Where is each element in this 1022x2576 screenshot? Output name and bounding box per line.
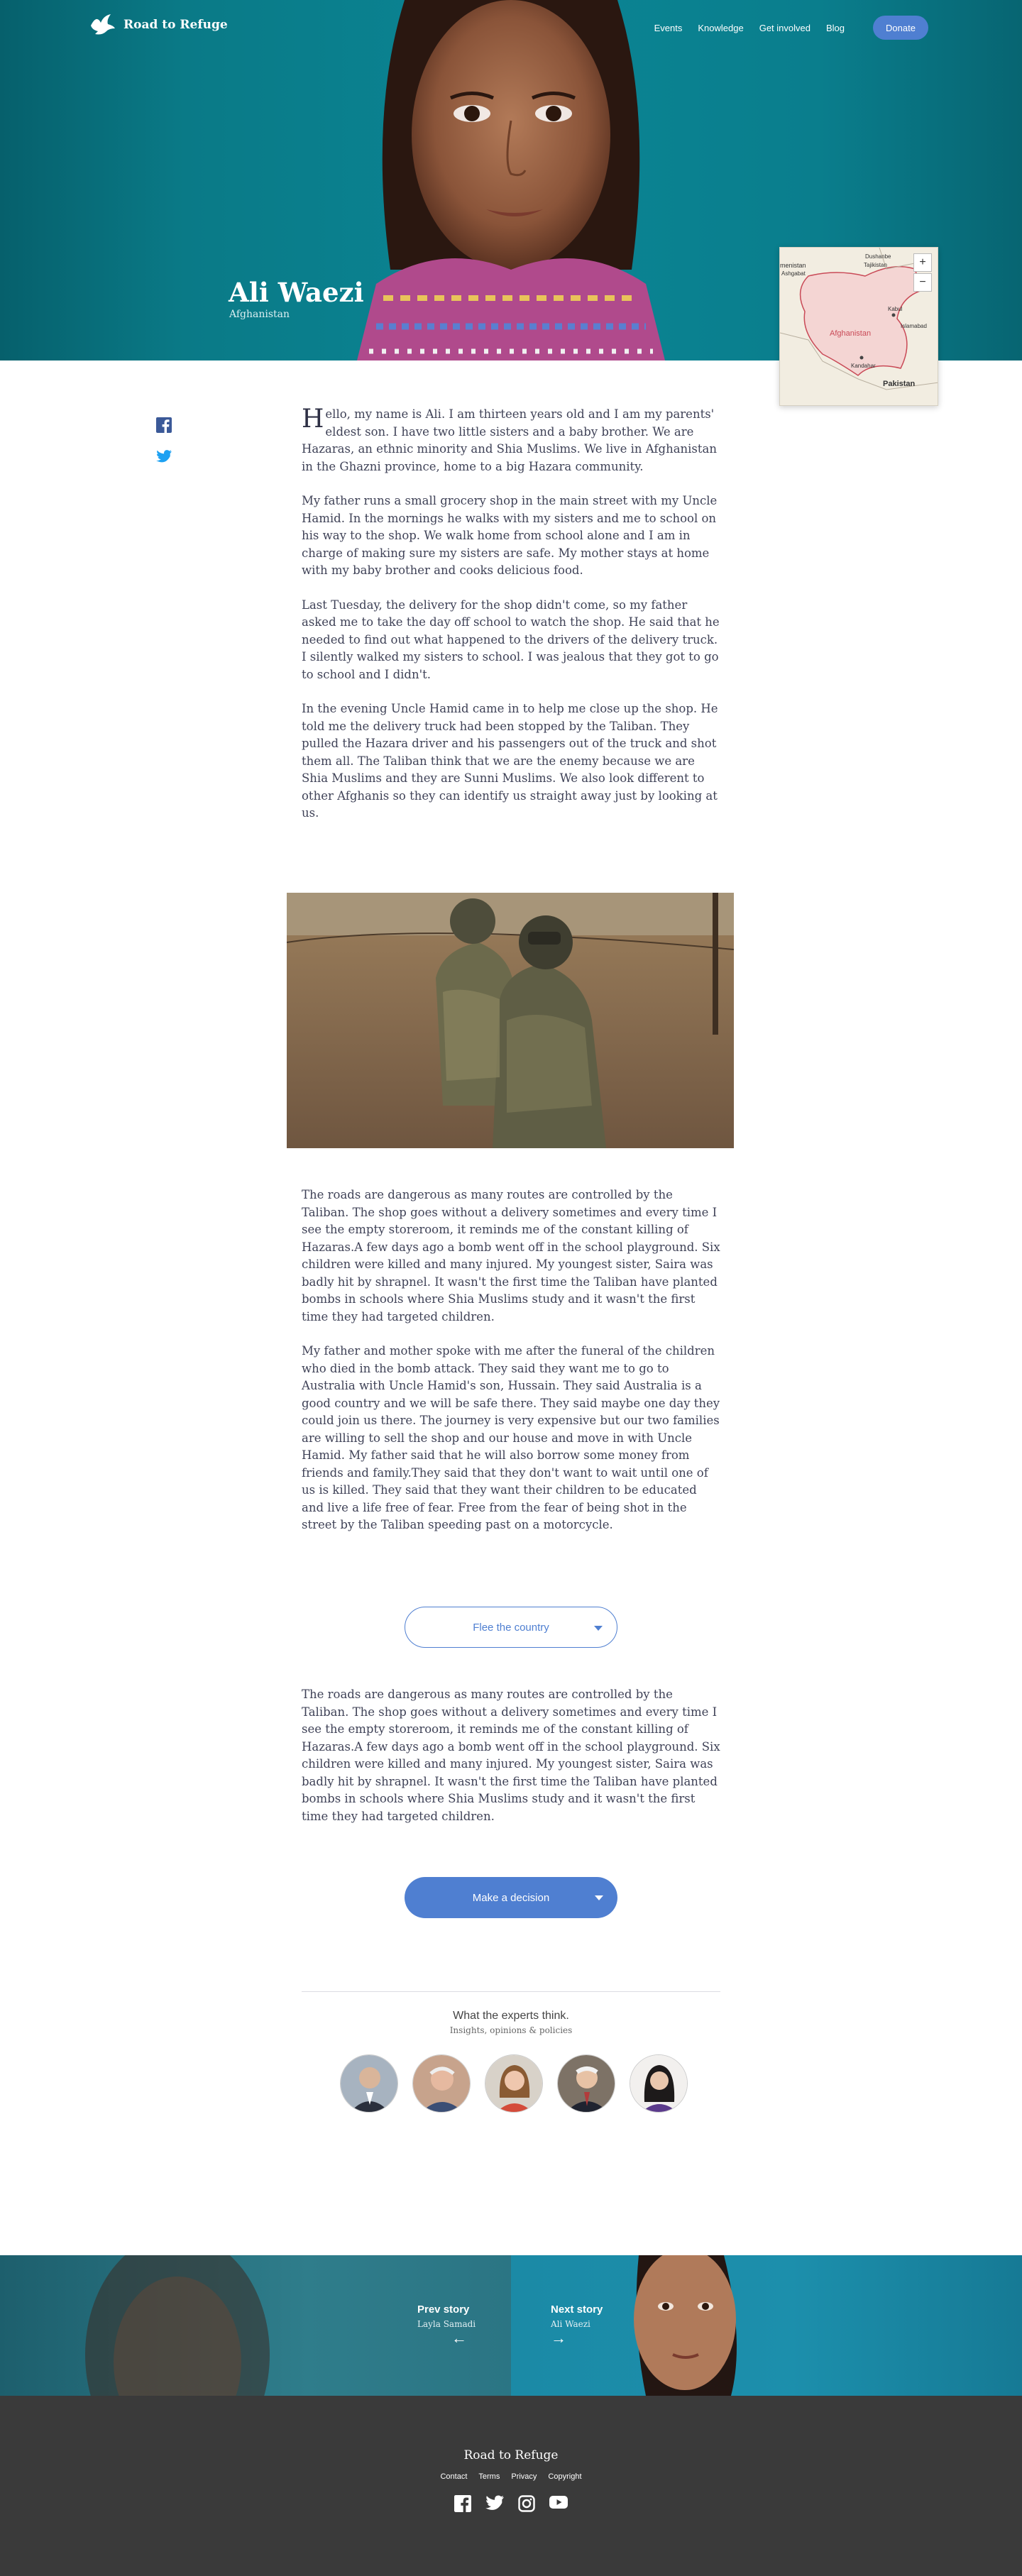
- map-label-kandahar: Kandahar: [851, 363, 876, 369]
- brand-logo[interactable]: Road to Refuge: [89, 13, 228, 37]
- next-story-name: Ali Waezi: [551, 2319, 590, 2329]
- map-label-ashgabat: Ashgabat: [781, 270, 806, 277]
- map-zoom-in-button[interactable]: +: [913, 253, 932, 272]
- footer-youtube-link[interactable]: [549, 2495, 568, 2516]
- facebook-icon: [156, 417, 172, 433]
- map-label-islamabad: Islamabad: [901, 323, 927, 329]
- arrow-left-icon: ←: [451, 2329, 467, 2347]
- top-navigation: Road to Refuge Events Knowledge Get invo…: [0, 0, 1022, 57]
- twitter-icon: [485, 2495, 504, 2510]
- story-article-final: The roads are dangerous as many routes a…: [302, 1686, 720, 1842]
- prev-story-name: Layla Samadi: [417, 2319, 476, 2329]
- experts-heading: What the experts think.: [453, 2010, 569, 2022]
- share-bar: [156, 417, 172, 467]
- make-decision-label: Make a decision: [472, 1891, 550, 1904]
- footer-link-terms[interactable]: Terms: [478, 2472, 500, 2481]
- expert-avatar[interactable]: [630, 2054, 688, 2113]
- story-paragraph-3: Last Tuesday, the delivery for the shop …: [302, 598, 720, 681]
- nav-link-blog[interactable]: Blog: [826, 23, 845, 33]
- next-story-label: Next story: [551, 2303, 603, 2316]
- nav-links: Events Knowledge Get involved Blog: [654, 23, 845, 33]
- flee-country-label: Flee the country: [473, 1621, 549, 1634]
- map-label-turkmenistan: menistan: [780, 262, 806, 269]
- prev-story-label: Prev story: [417, 2303, 470, 2316]
- expert-avatar[interactable]: [557, 2054, 615, 2113]
- brand-name: Road to Refuge: [123, 18, 228, 32]
- map-label-pakistan: Pakistan: [883, 380, 916, 388]
- dove-icon: [91, 14, 115, 35]
- drop-cap: H: [302, 404, 324, 434]
- experts-subheading: Insights, opinions & policies: [449, 2025, 573, 2035]
- facebook-icon: [454, 2495, 471, 2512]
- footer-brand-name[interactable]: Road to Refuge: [0, 2448, 1022, 2462]
- instagram-icon: [518, 2495, 535, 2512]
- footer-link-contact[interactable]: Contact: [440, 2472, 467, 2481]
- arrow-right-icon: →: [551, 2329, 566, 2347]
- facebook-share-button[interactable]: [156, 417, 172, 436]
- youtube-icon: [549, 2496, 568, 2509]
- person-country: Afghanistan: [229, 309, 290, 320]
- expert-avatar[interactable]: [412, 2054, 471, 2113]
- next-story-link[interactable]: Next story Ali Waezi →: [511, 2255, 1022, 2396]
- footer-links: Contact Terms Privacy Copyright: [0, 2472, 1022, 2481]
- expert-avatar[interactable]: [340, 2054, 398, 2113]
- chevron-down-icon: [594, 1626, 603, 1631]
- story-navigation: Prev story Layla Samadi ← Next story Ali…: [0, 2255, 1022, 2396]
- prev-story-link[interactable]: Prev story Layla Samadi ←: [0, 2255, 511, 2396]
- chevron-down-icon: [595, 1895, 603, 1900]
- footer-facebook-link[interactable]: [454, 2495, 471, 2516]
- story-intro-text: ello, my name is Ali. I am thirteen year…: [302, 407, 717, 473]
- story-intro-paragraph: Hello, my name is Ali. I am thirteen yea…: [302, 406, 720, 475]
- footer-twitter-link[interactable]: [485, 2495, 504, 2516]
- footer-instagram-link[interactable]: [518, 2495, 535, 2516]
- map-label-afghanistan: Afghanistan: [830, 329, 872, 338]
- story-paragraph-7: The roads are dangerous as many routes a…: [302, 1688, 720, 1823]
- nav-link-events[interactable]: Events: [654, 23, 683, 33]
- story-paragraph-2: My father runs a small grocery shop in t…: [302, 494, 718, 577]
- location-map[interactable]: menistan Ashgabat Dushanbe Tajikistan Ka…: [779, 247, 938, 406]
- person-name: Ali Waezi: [229, 277, 364, 308]
- site-footer: Road to Refuge Contact Terms Privacy Cop…: [0, 2396, 1022, 2576]
- nav-link-get-involved[interactable]: Get involved: [759, 23, 811, 33]
- story-paragraph-4: In the evening Uncle Hamid came in to he…: [302, 702, 718, 820]
- story-article-continued: The roads are dangerous as many routes a…: [302, 1187, 720, 1551]
- section-divider: [302, 1991, 720, 1992]
- twitter-share-button[interactable]: [156, 449, 172, 467]
- footer-link-privacy[interactable]: Privacy: [511, 2472, 537, 2481]
- donate-button[interactable]: Donate: [873, 16, 928, 40]
- map-label-tajikistan: Tajikistan: [864, 262, 887, 268]
- expert-avatar[interactable]: [485, 2054, 543, 2113]
- map-label-dushanbe: Dushanbe: [865, 253, 891, 260]
- twitter-icon: [156, 450, 172, 463]
- social-links: [0, 2495, 1022, 2516]
- nav-link-knowledge[interactable]: Knowledge: [698, 23, 743, 33]
- experts-list: [340, 2054, 688, 2113]
- story-paragraph-6: My father and mother spoke with me after…: [302, 1344, 720, 1531]
- map-zoom-out-button[interactable]: −: [913, 273, 932, 292]
- story-paragraph-5: The roads are dangerous as many routes a…: [302, 1188, 720, 1323]
- flee-country-choice-button[interactable]: Flee the country: [405, 1607, 617, 1648]
- make-decision-button[interactable]: Make a decision: [405, 1877, 617, 1918]
- soldiers-photo: [287, 893, 734, 1148]
- footer-link-copyright[interactable]: Copyright: [548, 2472, 581, 2481]
- map-label-kabul: Kabul: [888, 306, 903, 312]
- story-article: Hello, my name is Ali. I am thirteen yea…: [302, 406, 720, 840]
